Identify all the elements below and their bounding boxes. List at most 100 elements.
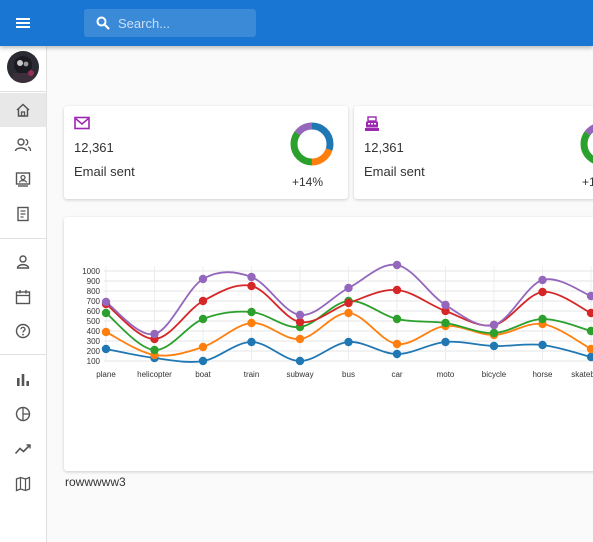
data-point[interactable] — [441, 337, 450, 347]
data-point[interactable] — [198, 314, 208, 324]
data-point[interactable] — [538, 287, 547, 297]
sidebar-item-bar-chart[interactable] — [0, 363, 46, 397]
y-tick-label: 100 — [87, 357, 101, 366]
x-tick-label: horse — [532, 370, 553, 379]
sidebar-item-pie-chart[interactable] — [0, 397, 46, 431]
sidebar-item-home[interactable] — [0, 93, 46, 127]
stat-percent: +14% — [292, 175, 324, 189]
line-chart-card: 100 200 300 400 500 600 700 800 900 1000 plane heli… — [64, 217, 593, 471]
search-box — [84, 9, 256, 37]
data-point[interactable] — [392, 285, 402, 295]
x-tick-label: helicopter — [137, 370, 172, 379]
main-content: 12,361 Email sent +14% 12,361 Email sent — [47, 46, 593, 542]
data-point[interactable] — [247, 337, 256, 347]
data-point[interactable] — [247, 307, 256, 317]
line-chart-icon — [14, 444, 31, 455]
data-point[interactable] — [489, 328, 499, 338]
bar-chart-icon — [17, 374, 29, 386]
sidebar-divider — [0, 91, 46, 92]
data-point[interactable] — [247, 272, 256, 282]
x-tick-label: moto — [437, 370, 455, 379]
sidebar-divider — [0, 354, 46, 355]
data-point[interactable] — [198, 342, 208, 352]
search-icon — [96, 16, 110, 30]
data-point[interactable] — [247, 281, 256, 291]
stat-card: 12,361 Email sent +14% — [354, 106, 593, 199]
donut-chart — [580, 122, 593, 166]
data-point[interactable] — [392, 260, 402, 270]
sidebar-item-help[interactable] — [0, 314, 46, 348]
x-tick-label: skateboard — [571, 370, 593, 379]
data-point[interactable] — [101, 297, 111, 307]
cash-register-icon — [365, 116, 379, 131]
sidebar-item-line-chart[interactable] — [0, 432, 46, 466]
data-point[interactable] — [150, 345, 159, 355]
data-point[interactable] — [441, 300, 450, 310]
data-point[interactable] — [247, 318, 256, 328]
data-point[interactable] — [392, 314, 402, 324]
app: 12,361 Email sent +14% 12,361 Email sent — [0, 0, 593, 542]
data-point[interactable] — [344, 298, 353, 308]
y-tick-label: 1000 — [82, 267, 100, 276]
data-point[interactable] — [344, 337, 353, 347]
data-point[interactable] — [198, 274, 208, 284]
data-point[interactable] — [441, 318, 450, 328]
data-point[interactable] — [538, 314, 547, 324]
calendar-icon — [15, 290, 31, 305]
y-tick-label: 400 — [87, 327, 101, 336]
data-point[interactable] — [101, 327, 111, 337]
data-point[interactable] — [586, 326, 593, 336]
y-tick-label: 200 — [87, 347, 101, 356]
data-point[interactable] — [586, 308, 593, 318]
map-icon — [15, 476, 31, 492]
search-input[interactable] — [118, 13, 248, 33]
data-point[interactable] — [392, 349, 402, 359]
users-icon — [14, 138, 32, 152]
menu-icon[interactable] — [13, 13, 33, 33]
sidebar — [0, 46, 47, 542]
x-tick-label: plane — [96, 370, 116, 379]
mail-icon — [74, 116, 90, 130]
y-tick-label: 300 — [87, 337, 101, 346]
x-tick-label: bicycle — [482, 370, 507, 379]
top-app-bar — [0, 0, 593, 46]
data-point[interactable] — [295, 334, 305, 344]
data-point[interactable] — [101, 308, 111, 318]
home-icon — [16, 103, 30, 117]
data-point[interactable] — [295, 310, 305, 320]
sidebar-item-calendar[interactable] — [0, 280, 46, 314]
data-point[interactable] — [344, 308, 353, 318]
sidebar-item-users[interactable] — [0, 128, 46, 162]
sidebar-item-contacts[interactable] — [0, 162, 46, 196]
data-point[interactable] — [150, 329, 159, 339]
x-tick-label: subway — [286, 370, 313, 379]
data-point[interactable] — [198, 356, 208, 366]
x-tick-label: bus — [342, 370, 355, 379]
stat-value: 12,361 — [364, 140, 404, 155]
sidebar-divider — [0, 238, 46, 239]
sidebar-item-map[interactable] — [0, 467, 46, 501]
data-point[interactable] — [198, 296, 208, 306]
data-point[interactable] — [344, 283, 353, 293]
sidebar-item-documents[interactable] — [0, 197, 46, 231]
y-tick-label: 900 — [87, 277, 101, 286]
sidebar-item-profile[interactable] — [0, 245, 46, 279]
row-label: rowwwww3 — [65, 475, 126, 489]
data-point[interactable] — [538, 275, 547, 285]
data-point[interactable] — [101, 344, 111, 354]
stat-percent: +14% — [582, 175, 593, 189]
data-point[interactable] — [489, 341, 499, 351]
help-icon — [15, 323, 31, 339]
data-point[interactable] — [586, 291, 593, 301]
stat-card: 12,361 Email sent +14% — [64, 106, 348, 199]
data-point[interactable] — [586, 352, 593, 362]
data-point[interactable] — [392, 339, 402, 349]
avatar[interactable] — [7, 51, 39, 83]
y-tick-label: 800 — [87, 287, 101, 296]
y-tick-label: 500 — [87, 317, 101, 326]
data-point[interactable] — [538, 340, 547, 350]
document-icon — [17, 206, 29, 222]
x-tick-label: boat — [195, 370, 211, 379]
data-point[interactable] — [489, 320, 499, 330]
data-point[interactable] — [295, 356, 305, 366]
